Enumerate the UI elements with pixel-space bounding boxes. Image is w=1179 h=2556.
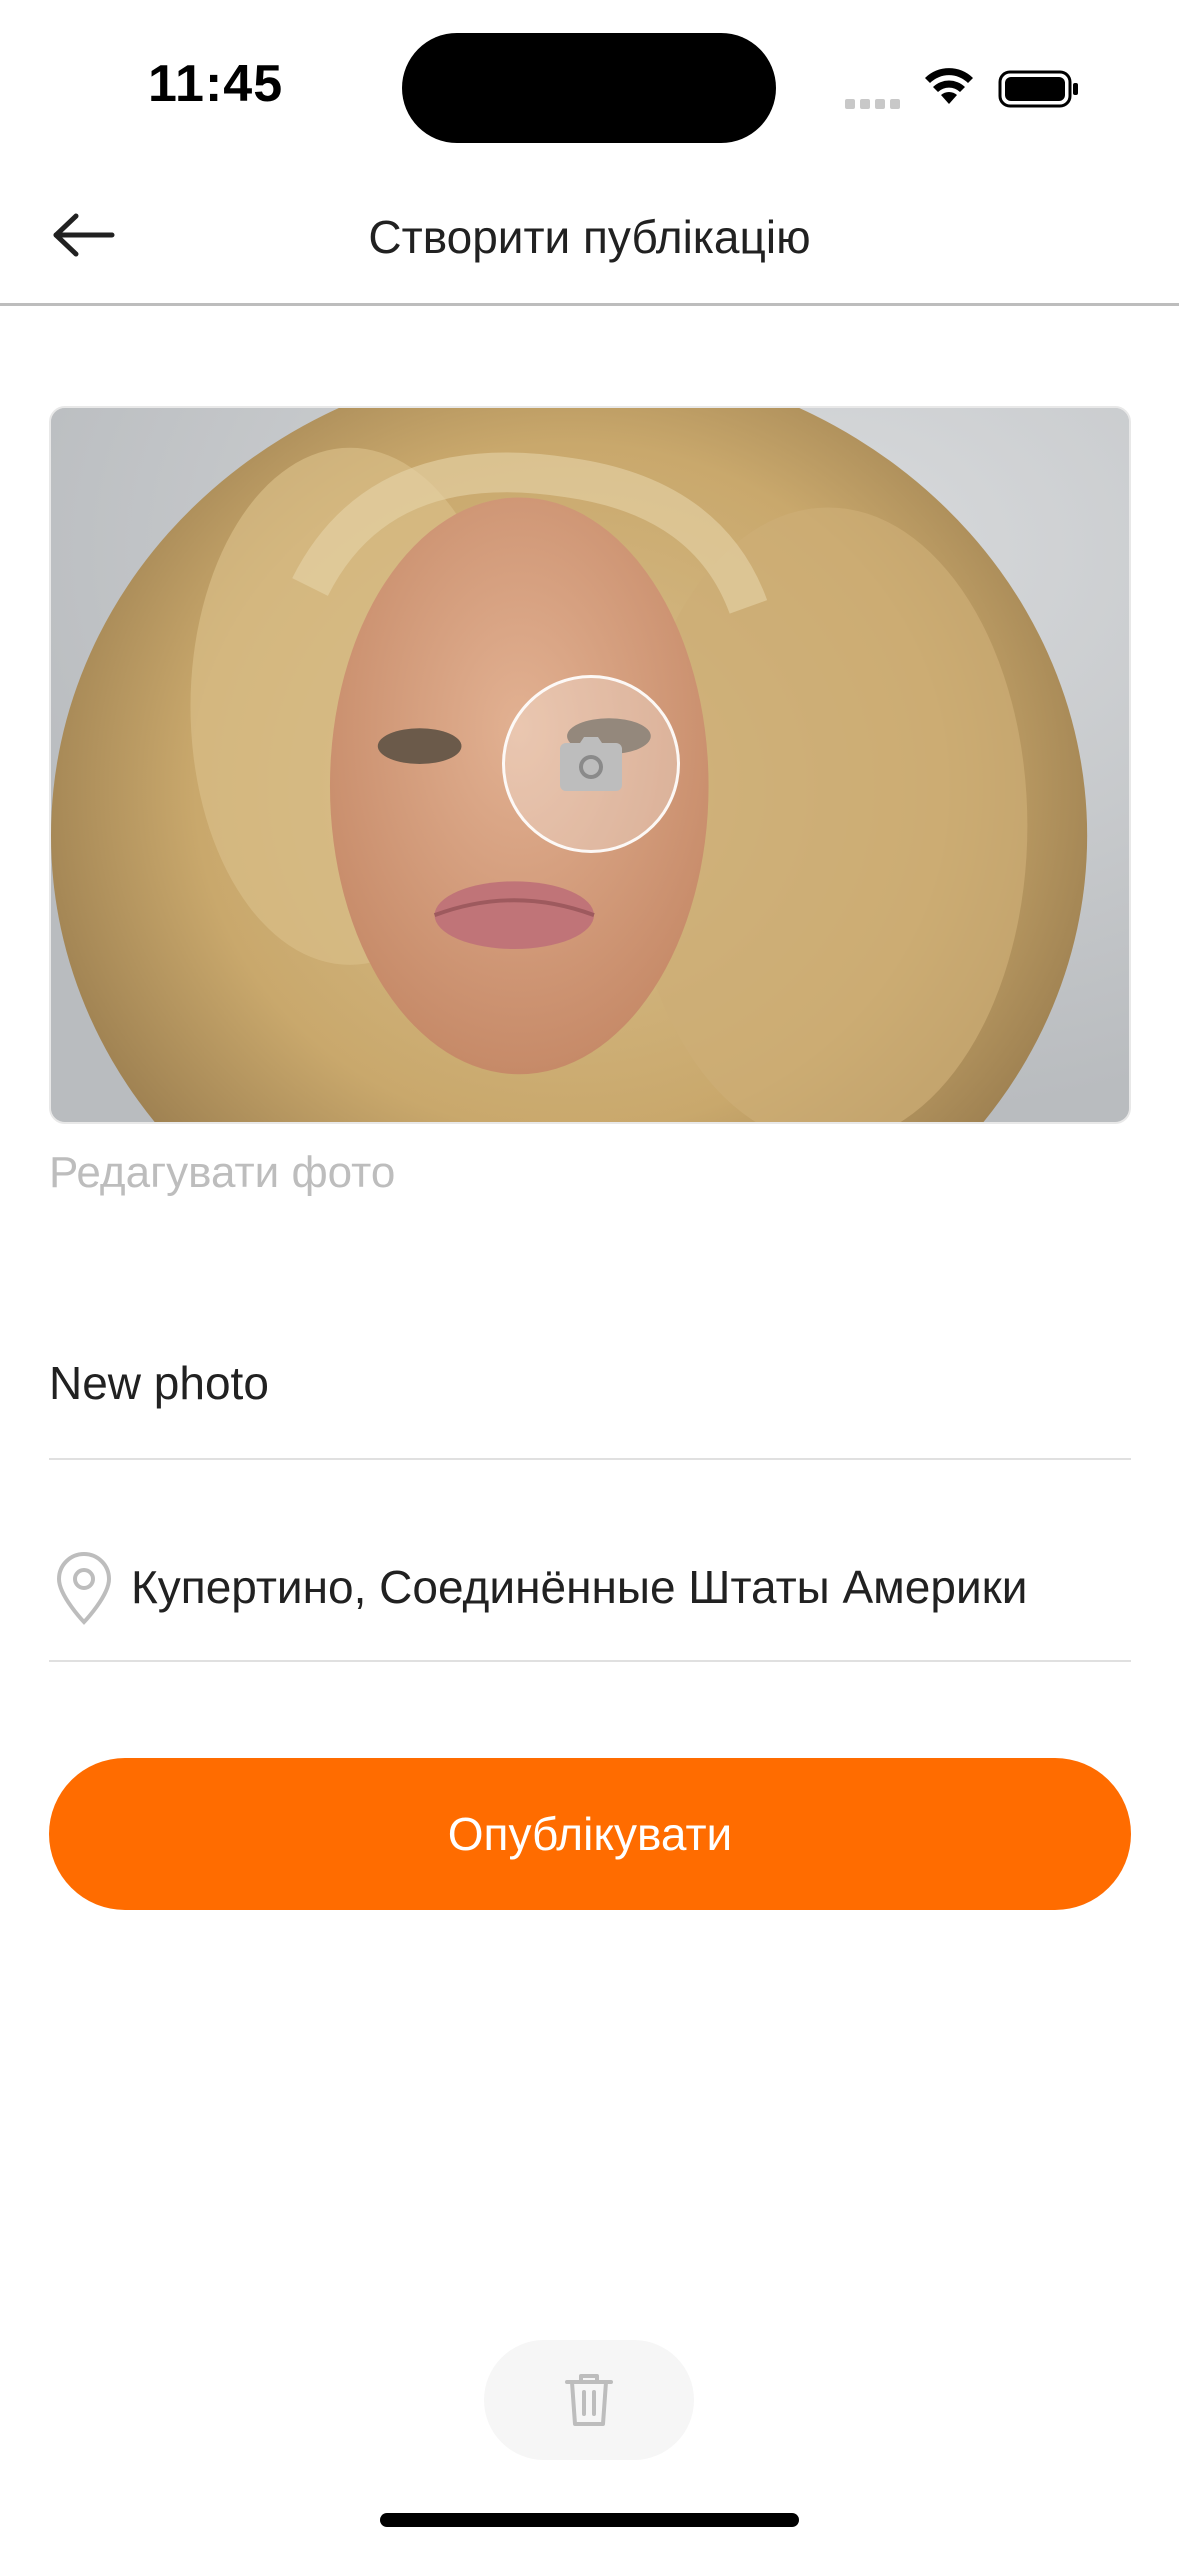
camera-button[interactable] <box>502 675 680 853</box>
status-bar: 11:45 <box>0 0 1179 170</box>
camera-icon <box>560 737 622 791</box>
status-time: 11:45 <box>148 55 284 113</box>
create-post-screen: 11:45 Створити публікацію Редагувати фот… <box>0 0 1179 2556</box>
title-input-value[interactable]: New photo <box>49 1356 269 1410</box>
trash-icon <box>565 2374 613 2426</box>
home-indicator <box>380 2513 799 2527</box>
wifi-icon <box>925 68 973 104</box>
header: Створити публікацію <box>0 170 1179 306</box>
dynamic-island <box>402 33 776 143</box>
delete-button[interactable] <box>484 2340 694 2460</box>
edit-photo-label[interactable]: Редагувати фото <box>49 1148 395 1198</box>
location-input-value[interactable]: Купертино, Соединённые Штаты Америки <box>131 1560 1027 1614</box>
map-pin-icon <box>56 1552 112 1625</box>
post-photo[interactable] <box>49 406 1131 1124</box>
page-title: Створити публікацію <box>368 211 811 263</box>
battery-icon <box>998 70 1078 108</box>
title-input[interactable]: New photo <box>49 1330 1131 1460</box>
publish-button[interactable]: Опублікувати <box>49 1758 1131 1910</box>
signal-icon <box>845 96 905 109</box>
location-input[interactable]: Купертино, Соединённые Штаты Америки <box>49 1530 1131 1662</box>
